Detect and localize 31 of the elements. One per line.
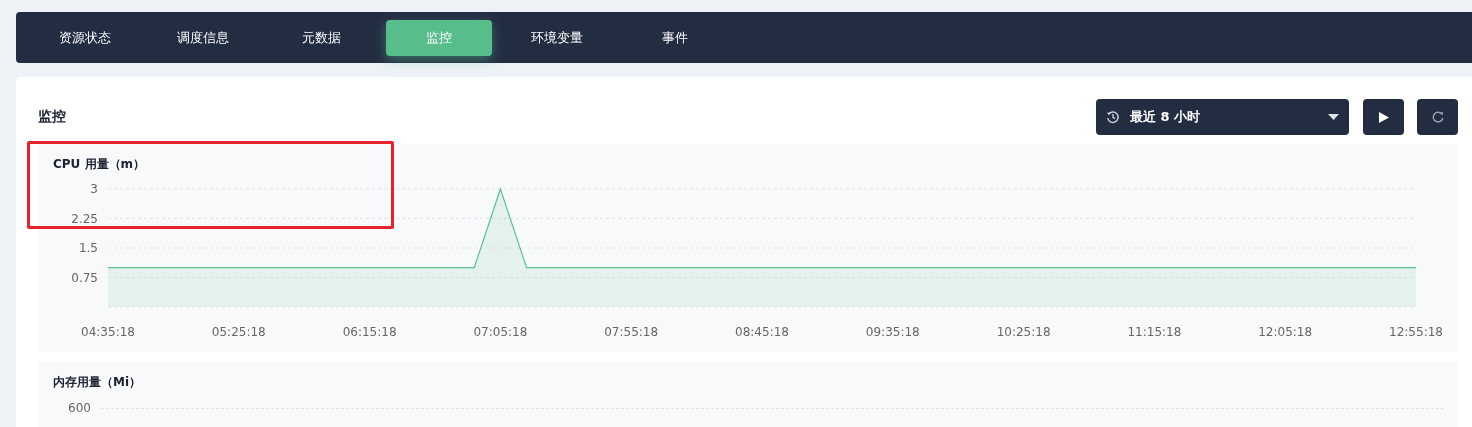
- y-tick-label: 3: [90, 182, 98, 196]
- chart-title: 内存用量（Mi）: [52, 374, 143, 391]
- x-tick-label: 10:25:18: [996, 325, 1051, 339]
- caret-icon: [1328, 114, 1339, 120]
- x-tick-label: 05:25:18: [211, 325, 266, 339]
- y-tick-label: 1.5: [78, 241, 98, 255]
- play-icon: [1378, 111, 1389, 123]
- y-tick-label: 2.25: [71, 211, 98, 226]
- x-tick-label: 12:55:18: [1389, 325, 1443, 339]
- x-tick-label: 04:35:18: [81, 325, 135, 339]
- refresh-icon: [1431, 111, 1444, 123]
- tab[interactable]: 调度信息: [144, 19, 262, 56]
- tab[interactable]: 元数据: [262, 19, 380, 56]
- x-tick-label: 07:55:18: [604, 325, 659, 339]
- chart-title: CPU 用量（m）: [52, 156, 147, 173]
- x-tick-label: 06:15:18: [342, 325, 397, 339]
- time-range-select[interactable]: 最近 8 小时: [1096, 99, 1349, 135]
- y-tick-label: 0.75: [71, 270, 98, 285]
- x-tick-label: 12:05:18: [1258, 325, 1313, 339]
- tab[interactable]: 资源状态: [26, 19, 144, 56]
- panel-title: 监控: [38, 108, 67, 126]
- x-tick-label: 09:35:18: [865, 325, 920, 339]
- play-button[interactable]: [1363, 99, 1404, 135]
- tab[interactable]: 环境变量: [498, 19, 616, 56]
- x-tick-label: 08:45:18: [735, 325, 789, 339]
- refresh-button[interactable]: [1417, 99, 1458, 135]
- tab[interactable]: 事件: [616, 19, 734, 56]
- y-tick-label: 600: [68, 401, 91, 415]
- x-tick-label: 07:05:18: [473, 325, 528, 339]
- history-icon: [1106, 110, 1120, 124]
- x-tick-label: 11:15:18: [1127, 325, 1182, 339]
